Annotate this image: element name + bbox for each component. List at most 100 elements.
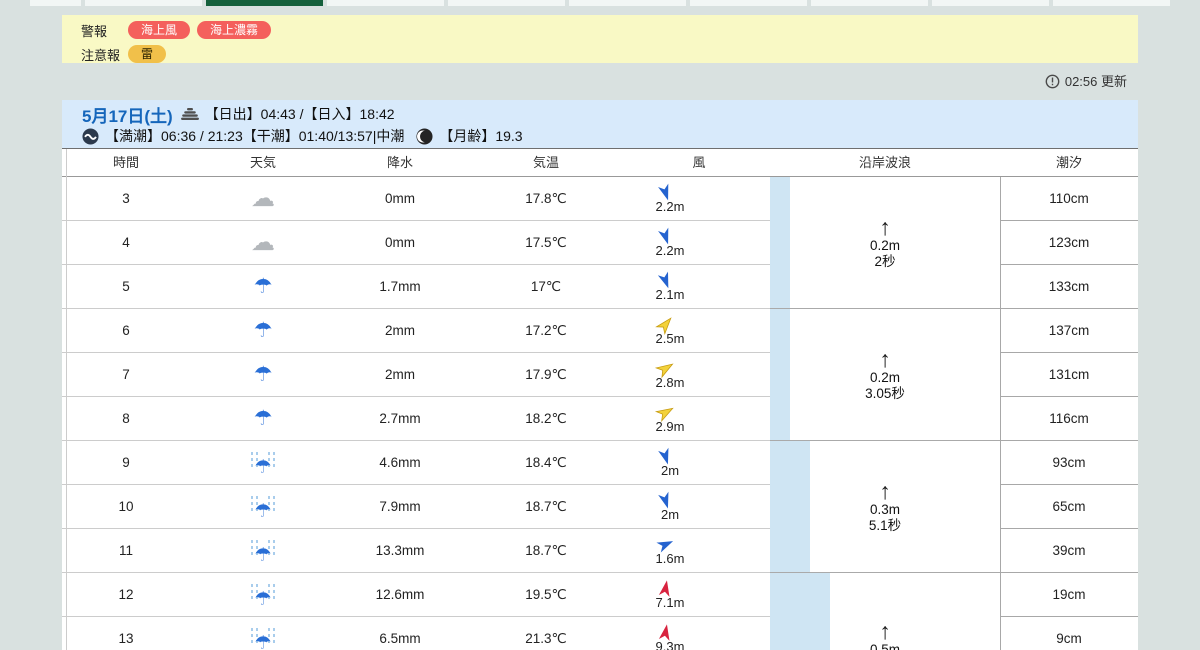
precip-cell: 0mm [385,235,415,250]
wave-group: ↑ 0.2m 3.05秒 [770,309,1000,441]
hour-cell: 6 [122,323,130,338]
tide-cell: 110cm [1000,177,1138,221]
wave-direction-icon: ↑ [879,617,891,644]
tide-cell: 39cm [1000,529,1138,573]
temp-cell: 17.8℃ [525,190,567,206]
tab-5[interactable] [448,0,565,6]
hour-cell: 5 [122,279,130,294]
tab-4[interactable] [327,0,444,6]
wind-cell: 1.6m [628,535,770,566]
precip-cell: 2mm [385,367,415,382]
temp-cell: 17.5℃ [525,234,567,250]
col-header-waves: 沿岸波浪 [858,155,911,170]
tab-2[interactable] [85,0,202,6]
advisory-badge[interactable]: 雷 [128,45,167,63]
tide-cell: 131cm [1000,353,1138,397]
wind-cell: 2.8m [628,359,770,390]
tab-8[interactable] [811,0,928,6]
temp-cell: 18.7℃ [525,498,567,514]
wind-cell: 2.1m [628,271,770,302]
forecast-rows: 3 ☁ 0mm 17.8℃ 2.2m 4 ☁ 0mm 17.5℃ 2.2m 5 ☂ 1.7mm 17℃ 2.… [62,177,770,650]
forecast-table: 時間 天気 降水 気温 風 沿岸波浪 潮汐 3 ☁ 0mm 17.8℃ 2.2m 4 ☁ 0m… [62,148,1138,650]
umbrella-icon: ☂ [253,319,273,342]
umbrella-rain-icon: ☂ [249,451,277,477]
hour-cell: 13 [118,631,134,646]
weather-cell: ☂ [190,583,336,609]
weather-cell: ☂ [190,539,336,565]
wave-group: ↑ 0.5m [770,573,1000,650]
wave-height-label: 0.2m [869,369,900,385]
precip-cell: 0mm [385,191,415,206]
warning-badge[interactable]: 海上濃霧 [197,21,272,39]
tide-column: 110cm 123cm 133cm 137cm 131cm 116cm 93cm 65cm 39… [1000,177,1138,650]
wave-icon [82,127,99,145]
advisory-label: 注意報 [81,47,121,63]
col-header-tide: 潮汐 [1055,155,1082,170]
tab-9[interactable] [932,0,1049,6]
temp-cell: 17.9℃ [525,366,567,382]
weather-cell: ☂ [190,276,336,297]
col-header-weather: 天気 [249,155,276,170]
tab-7[interactable] [690,0,807,6]
tide-cell: 19cm [1000,573,1138,617]
wave-height-bar [770,573,830,650]
tab-1[interactable] [30,0,81,6]
tide-cell: 93cm [1000,441,1138,485]
weather-cell: ☂ [190,495,336,521]
wind-cell: 2.5m [628,315,770,346]
wave-period-label: 3.05秒 [865,385,905,401]
wind-direction-icon [658,624,669,641]
temp-cell: 17℃ [530,278,562,294]
precip-cell: 12.6mm [375,587,425,602]
sunrise-icon [180,107,199,120]
precip-cell: 4.6mm [379,455,421,470]
tide-cell: 65cm [1000,485,1138,529]
table-row: 10 ☂ 7.9mm 18.7℃ 2m [62,485,770,529]
wave-direction-icon: ↑ [879,213,891,240]
moon-age: 【月齢】19.3 [439,128,523,144]
update-time: 02:56 更新 [62,71,1127,90]
umbrella-icon: ☂ [253,363,273,386]
tide-cell: 116cm [1000,397,1138,441]
tab-6[interactable] [569,0,686,6]
page-background: 警報 海上風 海上濃霧 注意報 雷 02:56 更新 5月17日(土) 【日出】0… [0,0,1200,650]
wave-tide-divider [1000,177,1001,650]
wave-direction-icon: ↑ [879,477,891,504]
weather-cell: ☂ [190,451,336,477]
wave-period-label: 5.1秒 [868,517,902,533]
precip-cell: 13.3mm [375,543,425,558]
col-header-precip: 降水 [386,155,413,170]
table-row: 3 ☁ 0mm 17.8℃ 2.2m [62,177,770,221]
warning-badge[interactable]: 海上風 [128,21,191,39]
tide-cell: 123cm [1000,221,1138,265]
alert-banner: 警報 海上風 海上濃霧 注意報 雷 [62,15,1138,63]
tide-cell: 137cm [1000,309,1138,353]
weather-cell: ☂ [190,364,336,385]
tide-times: 【満潮】06:36 / 21:23【干潮】01:40/13:57|中潮 [105,128,405,144]
hour-cell: 7 [122,367,130,382]
wave-height-bar [770,177,790,308]
date-title: 5月17日(土) [82,106,173,126]
weather-cell: ☂ [190,320,336,341]
wind-cell: 2.9m [628,403,770,434]
hour-cell: 10 [118,499,134,514]
wave-height-label: 0.5m [869,641,900,650]
hour-cell: 9 [122,455,130,470]
weather-cell: ☁ [190,186,336,210]
tab-3[interactable] [206,0,323,6]
wind-cell: 2m [628,491,770,522]
weather-cell: ☂ [190,627,336,650]
precip-cell: 2.7mm [379,411,421,426]
temp-cell: 19.5℃ [525,586,567,602]
wind-cell: 2m [628,447,770,478]
table-row: 7 ☂ 2mm 17.9℃ 2.8m [62,353,770,397]
umbrella-icon: ☂ [253,407,273,430]
warning-row: 警報 海上風 海上濃霧 [81,20,1138,40]
table-row: 13 ☂ 6.5mm 21.3℃ 9.3m [62,617,770,650]
update-icon [1045,74,1060,89]
temp-cell: 18.4℃ [525,454,567,470]
hour-cell: 8 [122,411,130,426]
wind-cell: 2.2m [628,227,770,258]
tab-10[interactable] [1053,0,1170,6]
table-row: 5 ☂ 1.7mm 17℃ 2.1m [62,265,770,309]
